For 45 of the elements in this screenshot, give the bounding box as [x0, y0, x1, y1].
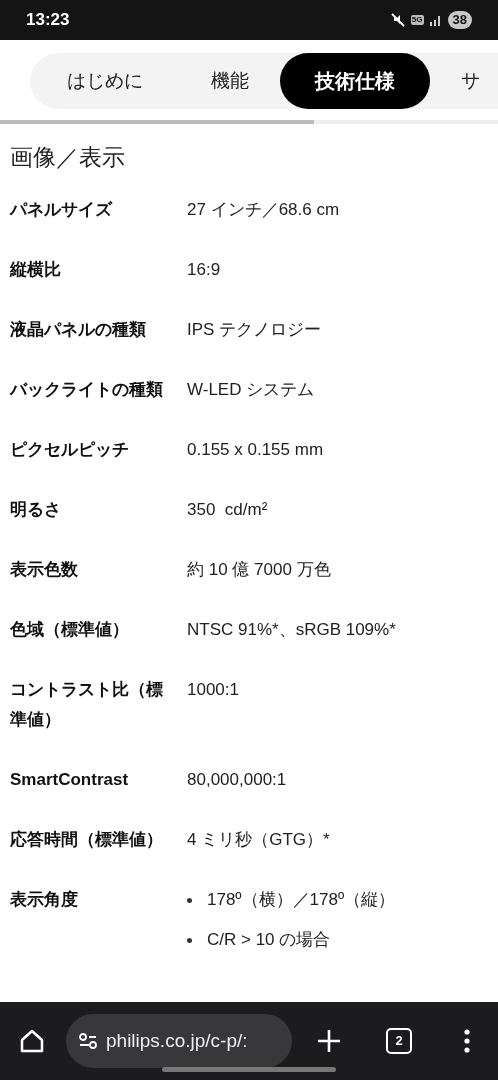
spec-value: 0.155 x 0.155 mm	[187, 439, 324, 461]
spec-label: 表示角度	[10, 889, 79, 911]
gesture-handle[interactable]	[162, 1067, 336, 1072]
spec-label: SmartContrast	[10, 769, 130, 791]
network-badge: 5G	[410, 15, 424, 25]
home-icon[interactable]	[18, 1027, 46, 1055]
spec-value: W-LED システム	[187, 379, 315, 401]
spec-label: 色域（標準値）	[10, 619, 130, 641]
spec-value: 350 cd/m²	[187, 499, 268, 521]
spec-label: ピクセルピッチ	[10, 439, 130, 461]
spec-value: NTSC 91%*、sRGB 109%*	[187, 619, 396, 641]
signal-icon	[428, 14, 443, 26]
spec-value: IPS テクノロジー	[187, 319, 322, 341]
spec-value: 16:9	[187, 259, 221, 281]
status-time: 13:23	[26, 9, 70, 32]
tab[interactable]: はじめに	[30, 53, 180, 109]
tune-icon	[78, 1032, 98, 1050]
new-tab-icon[interactable]	[316, 1028, 342, 1054]
spec-value: 27 インチ／68.6 cm	[187, 199, 340, 221]
spec-value: C/R > 10 の場合	[207, 929, 331, 951]
tab[interactable]: 機能	[180, 53, 280, 109]
spec-value: 80,000,000:1	[187, 769, 287, 791]
spec-label: コントラスト比（標準値）	[10, 679, 164, 731]
section-heading: 画像／表示	[10, 143, 126, 172]
battery-indicator: 38	[447, 11, 472, 29]
spec-value: 4 ミリ秒（GTG）*	[187, 829, 330, 851]
tab-count-button[interactable]: 2	[386, 1028, 412, 1054]
spec-value: 178º（横）／178º（縦）	[207, 889, 396, 911]
mute-icon	[389, 12, 406, 28]
tab[interactable]: サ	[430, 53, 498, 109]
url-text: philips.co.jp/c-p/:	[106, 1028, 248, 1053]
more-icon[interactable]	[464, 1029, 470, 1053]
tab[interactable]: 技術仕様	[280, 53, 430, 109]
address-bar[interactable]: philips.co.jp/c-p/:	[66, 1014, 292, 1068]
spec-label: 表示色数	[10, 559, 79, 581]
spec-label: 応答時間（標準値）	[10, 829, 164, 851]
spec-label: 明るさ	[10, 499, 62, 521]
spec-label: バックライトの種類	[10, 379, 164, 401]
spec-value: 1000:1	[187, 679, 239, 701]
spec-label: パネルサイズ	[10, 199, 114, 221]
spec-label: 液晶パネルの種類	[10, 319, 147, 341]
bullet-icon	[187, 937, 192, 943]
spec-label: 縦横比	[10, 259, 62, 281]
spec-value: 約 10 億 7000 万色	[187, 559, 331, 581]
bullet-icon	[187, 897, 192, 903]
